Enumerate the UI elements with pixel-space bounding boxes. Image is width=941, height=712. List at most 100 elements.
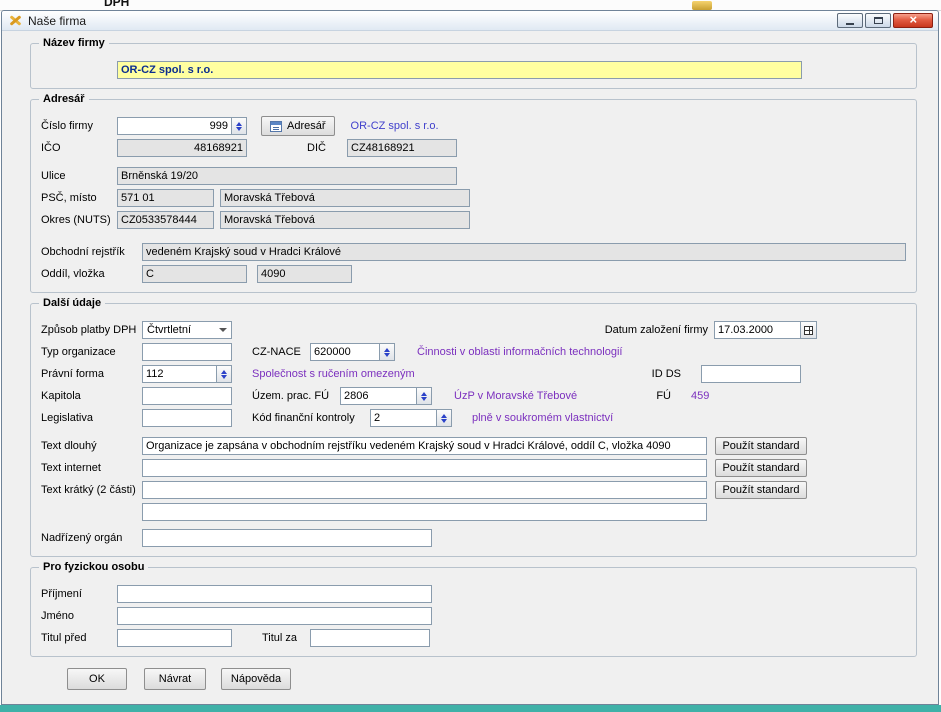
background-app-icon [692,1,712,10]
vlozka-field [257,265,352,283]
group-dalsi-udaje-title: Další údaje [39,297,105,309]
id-ds-input[interactable] [701,365,801,383]
spinner-up-icon [441,414,447,418]
pouzit-standard-label: Použít standard [722,440,799,452]
pouzit-standard-button-1[interactable]: Použít standard [715,437,807,455]
okres-label: Okres (NUTS) [41,214,117,226]
cznace-input[interactable] [310,343,380,361]
legislativa-input[interactable] [142,409,232,427]
ico-label: IČO [41,142,117,154]
uzem-prac-fu-label: Územ. prac. FÚ [252,390,340,402]
jmeno-input[interactable] [117,607,432,625]
uzem-prac-fu-input[interactable] [340,387,417,405]
maximize-icon [874,17,883,24]
dic-field [347,139,457,157]
cislo-firmy-spinner-button[interactable] [232,117,247,135]
cislo-firmy-field [117,117,247,135]
typ-organizace-label: Typ organizace [41,346,142,358]
ok-button[interactable]: OK [67,668,127,690]
zpusob-platby-dph-value: Čtvrtletní [147,324,219,336]
okres-nuts-field [117,211,214,229]
group-nazev-firmy-title: Název firmy [39,37,109,49]
psc-field [117,189,214,207]
navrat-button[interactable]: Návrat [144,668,206,690]
group-adresar: Adresář Číslo firmy Adresář OR-CZ spol. … [30,99,917,293]
nazev-firmy-input[interactable] [117,61,802,79]
id-ds-label: ID DS [652,368,681,380]
legislativa-label: Legislativa [41,412,142,424]
zpusob-platby-dph-select[interactable]: Čtvrtletní [142,321,232,339]
ulice-field [117,167,457,185]
spinner-down-icon [441,419,447,423]
dialog-client-area: Název firmy Adresář Číslo firmy Adresář … [2,31,938,704]
text-dlouhy-input[interactable] [142,437,707,455]
calendar-icon [804,326,813,335]
text-kratky-label: Text krátký (2 části) [41,484,142,496]
kapitola-input[interactable] [142,387,232,405]
fu-value-text: 459 [691,390,801,402]
pouzit-standard-button-2[interactable]: Použít standard [715,459,807,477]
ok-button-label: OK [89,673,105,685]
spinner-down-icon [384,353,390,357]
jmeno-label: Jméno [41,610,117,622]
adresar-button-label: Adresář [287,120,326,132]
nadrizeny-organ-input[interactable] [142,529,432,547]
pravni-forma-field [142,365,232,383]
text-kratky-input-1[interactable] [142,481,707,499]
group-dalsi-udaje: Další údaje Způsob platby DPH Čtvrtletní… [30,303,917,557]
group-nazev-firmy: Název firmy [30,43,917,89]
titul-za-input[interactable] [310,629,430,647]
cislo-firmy-input[interactable] [117,117,232,135]
pravni-forma-input[interactable] [142,365,217,383]
kod-financni-kontroly-input[interactable] [370,409,437,427]
ico-field [117,139,247,157]
firma-lookup-text: OR-CZ spol. s r.o. [351,120,439,132]
adresar-button[interactable]: Adresář [261,116,335,136]
maximize-button[interactable] [865,13,891,28]
prijmeni-input[interactable] [117,585,432,603]
oddil-field [142,265,247,283]
window-title: Naše firma [28,14,86,28]
pravni-forma-label: Právní forma [41,368,142,380]
spinner-up-icon [236,122,242,126]
pravni-forma-spinner-button[interactable] [217,365,232,383]
pouzit-standard-button-3[interactable]: Použít standard [715,481,807,499]
kod-financni-kontroly-desc-text: plně v soukromém vlastnictví [472,412,613,424]
close-button[interactable] [893,13,933,28]
spinner-down-icon [236,127,242,131]
cznace-spinner-button[interactable] [380,343,395,361]
titul-pred-input[interactable] [117,629,232,647]
typ-organizace-input[interactable] [142,343,232,361]
ulice-label: Ulice [41,170,117,182]
uzem-prac-fu-field [340,387,432,405]
minimize-button[interactable] [837,13,863,28]
spinner-down-icon [221,375,227,379]
background-dph-text: DPH [104,0,129,9]
rejstrik-field [142,243,906,261]
kod-financni-kontroly-spinner-button[interactable] [437,409,452,427]
datum-zalozeni-input[interactable] [714,321,801,339]
oddil-vlozka-label: Oddíl, vložka [41,268,142,280]
calendar-button[interactable] [801,321,817,339]
close-icon [909,14,917,27]
spinner-up-icon [384,348,390,352]
text-internet-input[interactable] [142,459,707,477]
text-dlouhy-label: Text dlouhý [41,440,142,452]
titlebar[interactable]: Naše firma [2,11,938,31]
address-book-icon [270,121,282,132]
napoveda-button[interactable]: Nápověda [221,668,291,690]
cznace-desc-text: Činnosti v oblasti informačních technolo… [417,346,622,358]
uzem-prac-fu-spinner-button[interactable] [417,387,432,405]
text-internet-label: Text internet [41,462,142,474]
spinner-down-icon [421,397,427,401]
nadrizeny-organ-label: Nadřízený orgán [41,532,142,544]
misto-field [220,189,470,207]
pouzit-standard-label: Použít standard [722,484,799,496]
titul-za-label: Titul za [262,632,310,644]
window-controls [835,13,933,28]
uzem-prac-fu-desc-text: ÚzP v Moravské Třebové [454,390,577,402]
datum-zalozeni-label: Datum založení firmy [605,324,708,336]
cznace-field [310,343,395,361]
text-kratky-input-2[interactable] [142,503,707,521]
okres-misto-field [220,211,470,229]
